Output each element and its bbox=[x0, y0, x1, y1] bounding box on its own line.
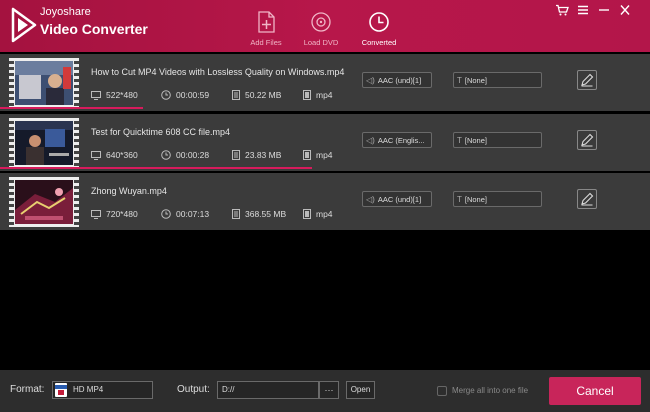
file-name: How to Cut MP4 Videos with Lossless Qual… bbox=[91, 67, 345, 77]
converted-label: Converted bbox=[361, 38, 397, 47]
video-thumbnail bbox=[9, 58, 79, 108]
conversion-progress bbox=[0, 107, 143, 109]
format-file-icon bbox=[55, 383, 67, 397]
subtitle-select[interactable]: T [None] bbox=[453, 132, 542, 148]
file-name: Test for Quicktime 608 CC file.mp4 bbox=[91, 127, 231, 137]
duration-value: 00:00:28 bbox=[176, 150, 210, 160]
format: mp4 bbox=[303, 150, 333, 160]
clock-icon bbox=[161, 150, 171, 160]
merge-label: Merge all into one file bbox=[452, 386, 529, 395]
file-size-icon bbox=[232, 209, 240, 219]
subtitle-select[interactable]: T [None] bbox=[453, 191, 542, 207]
subtitle-icon: T bbox=[457, 75, 462, 85]
duration-value: 00:00:59 bbox=[176, 90, 210, 100]
edit-icon bbox=[581, 192, 594, 206]
cart-icon[interactable] bbox=[555, 4, 569, 16]
format-icon bbox=[303, 209, 311, 219]
file-size-icon bbox=[232, 90, 240, 100]
audio-track-select[interactable]: ◁) AAC (und)[1] bbox=[362, 72, 432, 88]
format-value: HD MP4 bbox=[73, 385, 104, 394]
file-size: 368.55 MB bbox=[232, 209, 286, 219]
duration: 00:00:28 bbox=[161, 150, 209, 160]
clock-icon bbox=[161, 90, 171, 100]
clock-icon bbox=[161, 209, 171, 219]
bottom-bar: Format: HD MP4 Output: D:// ··· Open Mer… bbox=[0, 370, 650, 412]
monitor-icon bbox=[91, 209, 101, 219]
thumbnail-image bbox=[15, 61, 73, 105]
audio-icon: ◁) bbox=[366, 75, 375, 85]
file-row[interactable]: Zhong Wuyan.mp4 720*480 00:07:13 368.55 … bbox=[0, 173, 650, 230]
format-label: Format: bbox=[10, 384, 45, 395]
menu-icon[interactable] bbox=[576, 4, 590, 16]
file-size: 50.22 MB bbox=[232, 90, 281, 100]
open-folder-button[interactable]: Open bbox=[346, 381, 375, 399]
edit-button[interactable] bbox=[577, 189, 597, 209]
file-size-icon bbox=[232, 150, 240, 160]
resolution: 522*480 bbox=[91, 90, 138, 100]
format-icon bbox=[303, 150, 311, 160]
audio-icon: ◁) bbox=[366, 194, 375, 204]
format: mp4 bbox=[303, 209, 333, 219]
title-bar: Joyoshare Video Converter Add Files Load… bbox=[0, 0, 650, 52]
merge-checkbox[interactable] bbox=[437, 386, 447, 396]
resolution-value: 640*360 bbox=[106, 150, 138, 160]
edit-button[interactable] bbox=[577, 70, 597, 90]
format: mp4 bbox=[303, 90, 333, 100]
file-row[interactable]: Test for Quicktime 608 CC file.mp4 640*3… bbox=[0, 114, 650, 171]
resolution-value: 720*480 bbox=[106, 209, 138, 219]
cancel-button[interactable]: Cancel bbox=[549, 377, 641, 405]
browse-button[interactable]: ··· bbox=[319, 381, 339, 399]
add-file-icon bbox=[258, 11, 275, 33]
file-size-value: 50.22 MB bbox=[245, 90, 282, 100]
video-thumbnail bbox=[9, 118, 79, 168]
add-files-label: Add Files bbox=[250, 38, 282, 47]
close-icon[interactable] bbox=[618, 4, 632, 16]
audio-icon: ◁) bbox=[366, 135, 375, 145]
edit-icon bbox=[581, 133, 594, 147]
load-dvd-label: Load DVD bbox=[303, 38, 339, 47]
output-path-field[interactable]: D:// bbox=[217, 381, 319, 399]
file-name: Zhong Wuyan.mp4 bbox=[91, 186, 167, 196]
conversion-progress bbox=[0, 167, 312, 169]
thumbnail-image bbox=[15, 180, 73, 224]
app-logo-icon bbox=[11, 7, 37, 43]
format-value: mp4 bbox=[316, 209, 333, 219]
video-thumbnail bbox=[9, 177, 79, 227]
output-path-value: D:// bbox=[222, 385, 235, 394]
duration: 00:00:59 bbox=[161, 90, 209, 100]
thumbnail-image bbox=[15, 121, 73, 165]
monitor-icon bbox=[91, 90, 101, 100]
dvd-icon bbox=[311, 12, 331, 32]
format-select[interactable]: HD MP4 bbox=[52, 381, 153, 399]
load-dvd-button[interactable]: Load DVD bbox=[291, 10, 351, 47]
product-name: Video Converter bbox=[40, 21, 148, 37]
minimize-icon[interactable] bbox=[597, 4, 611, 16]
file-size-value: 23.83 MB bbox=[245, 150, 282, 160]
format-value: mp4 bbox=[316, 150, 333, 160]
file-row[interactable]: How to Cut MP4 Videos with Lossless Qual… bbox=[0, 54, 650, 111]
add-files-button[interactable]: Add Files bbox=[236, 10, 296, 47]
file-size-value: 368.55 MB bbox=[245, 209, 287, 219]
subtitle-select[interactable]: T [None] bbox=[453, 72, 542, 88]
monitor-icon bbox=[91, 150, 101, 160]
resolution: 640*360 bbox=[91, 150, 138, 160]
subtitle-icon: T bbox=[457, 135, 462, 145]
resolution: 720*480 bbox=[91, 209, 138, 219]
format-value: mp4 bbox=[316, 90, 333, 100]
resolution-value: 522*480 bbox=[106, 90, 138, 100]
output-label: Output: bbox=[177, 384, 210, 395]
file-size: 23.83 MB bbox=[232, 150, 281, 160]
brand-name: Joyoshare bbox=[40, 6, 91, 18]
converted-button[interactable]: Converted bbox=[349, 10, 409, 47]
audio-track-select[interactable]: ◁) AAC (und)[1] bbox=[362, 191, 432, 207]
duration: 00:07:13 bbox=[161, 209, 209, 219]
edit-icon bbox=[581, 73, 594, 87]
edit-button[interactable] bbox=[577, 130, 597, 150]
duration-value: 00:07:13 bbox=[176, 209, 210, 219]
subtitle-icon: T bbox=[457, 194, 462, 204]
audio-track-select[interactable]: ◁) AAC (Englis... bbox=[362, 132, 432, 148]
format-icon bbox=[303, 90, 311, 100]
clock-icon bbox=[369, 12, 389, 32]
